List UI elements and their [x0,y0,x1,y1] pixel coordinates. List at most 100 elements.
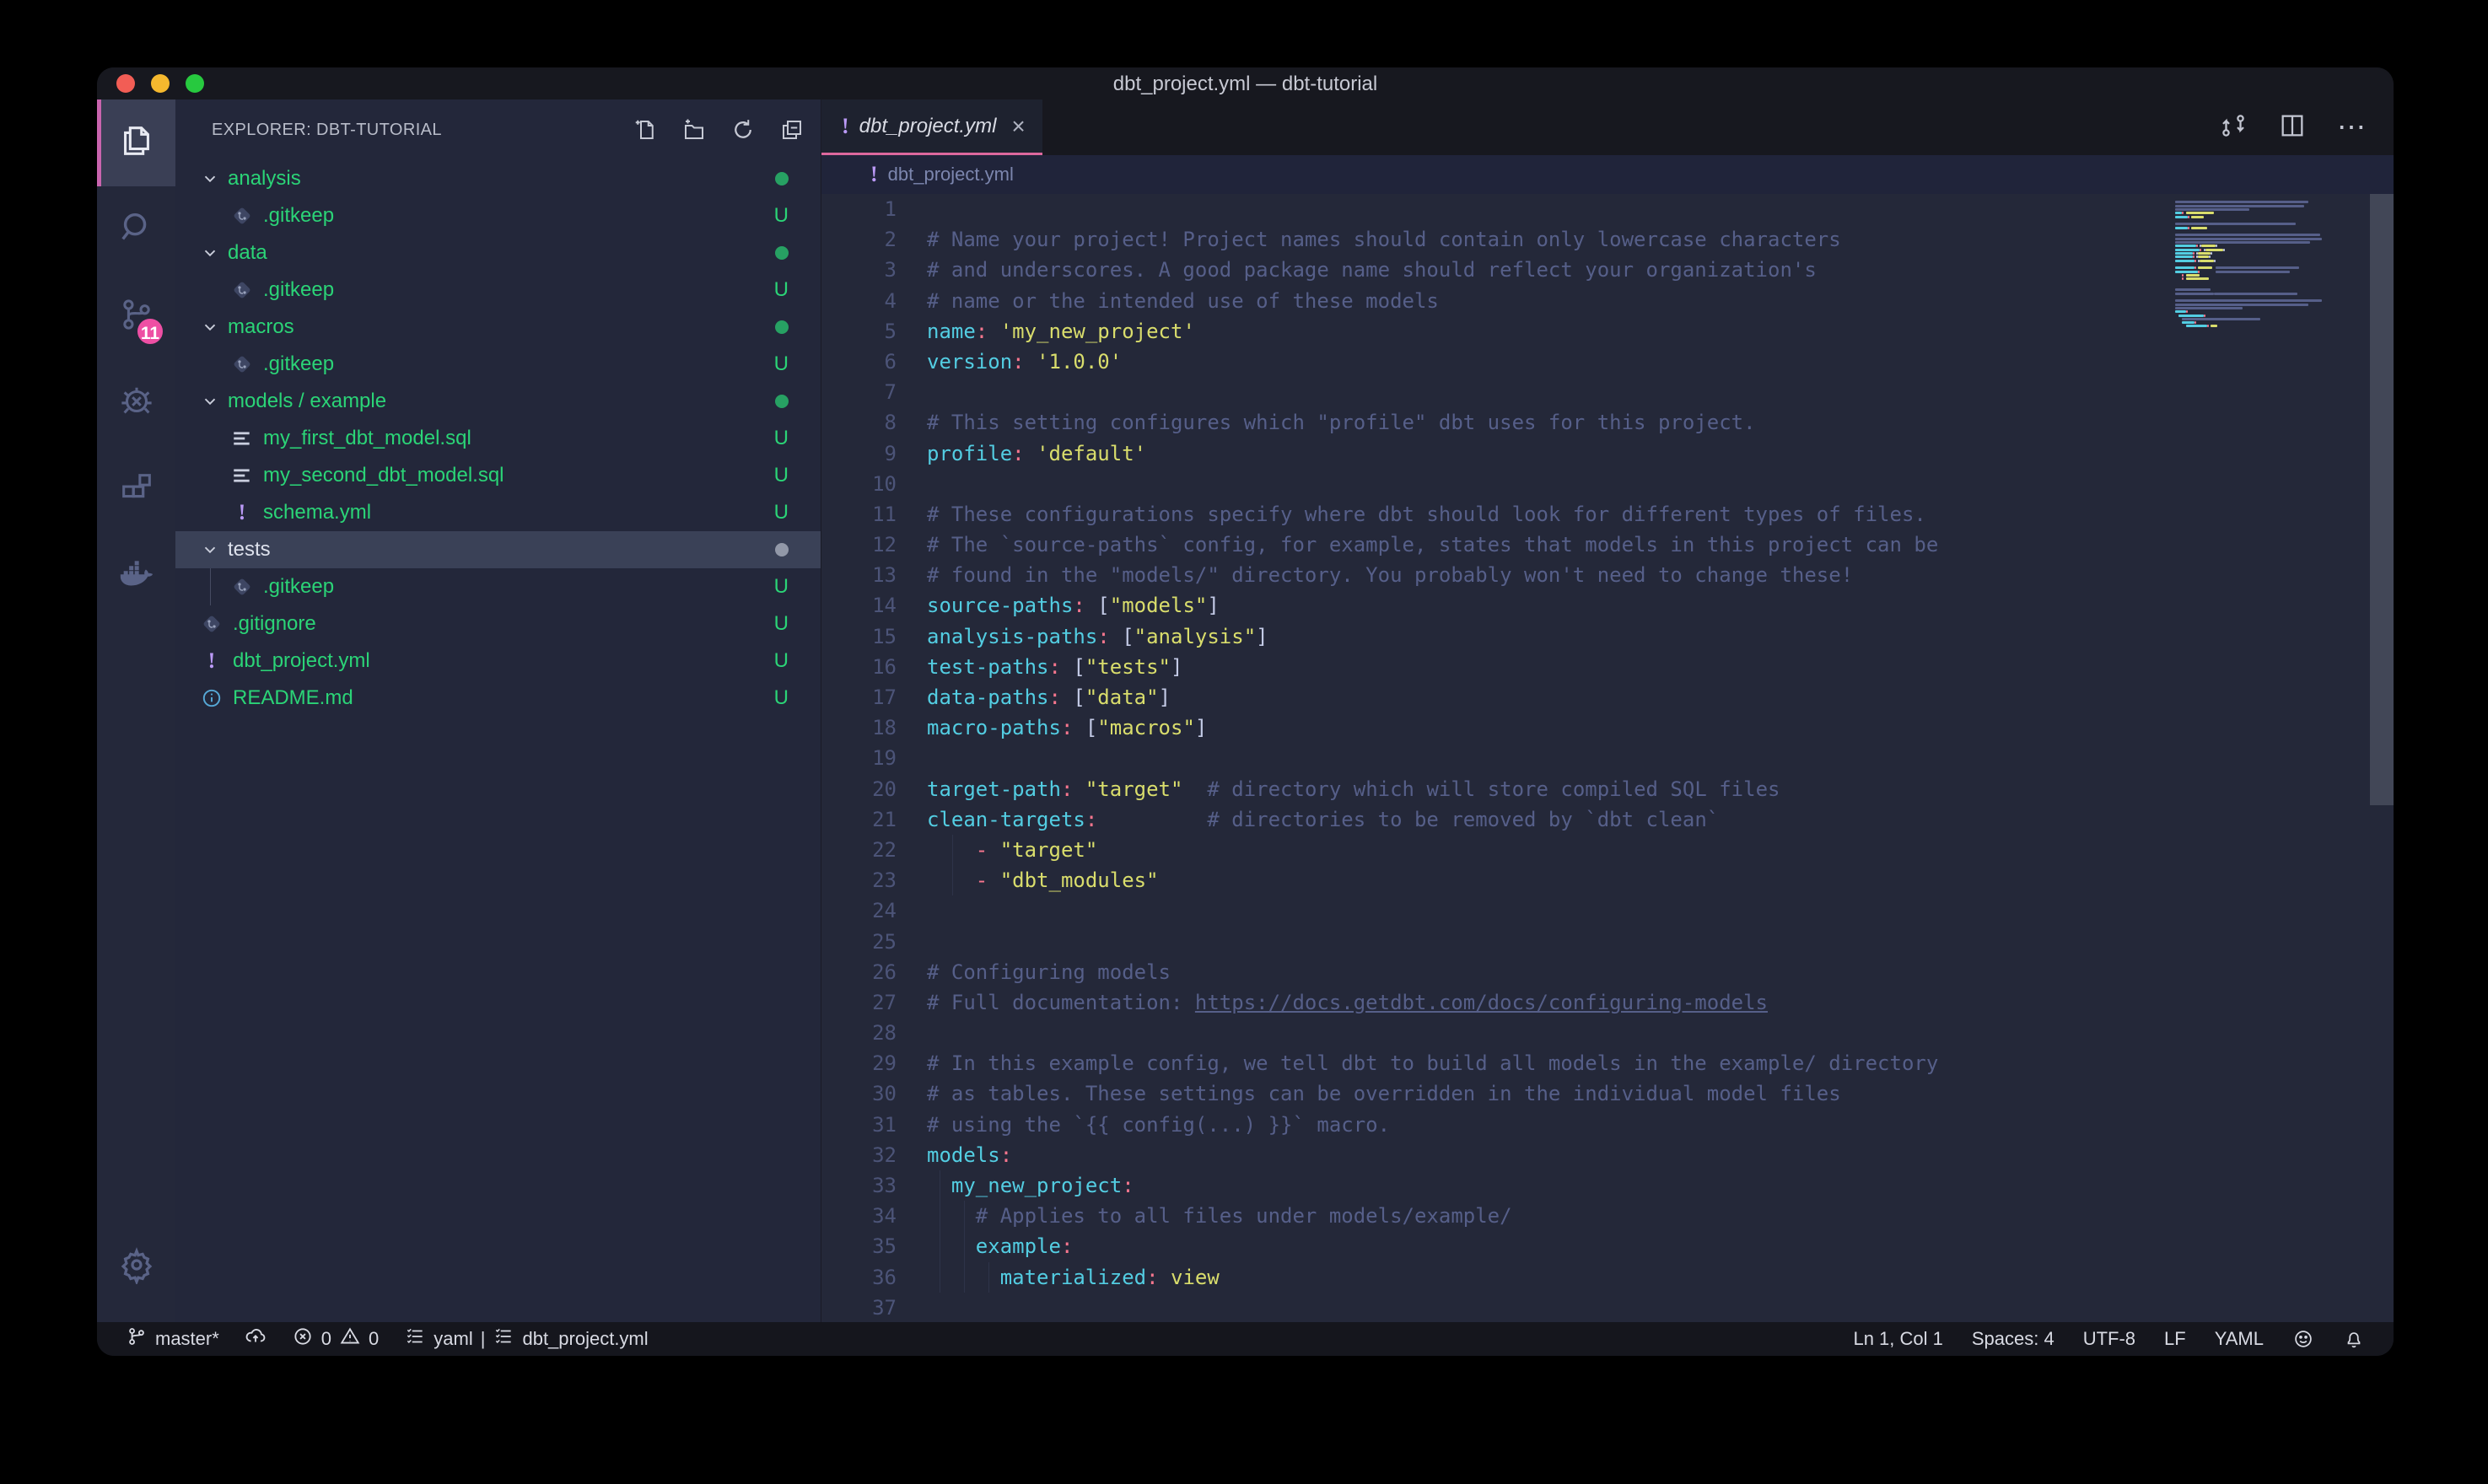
code-line[interactable] [927,377,2394,407]
breadcrumb[interactable]: ! dbt_project.yml [821,155,2394,194]
tree-item-label: dbt_project.yml [233,649,821,673]
sync-changes-item[interactable] [245,1325,267,1352]
minimap-line [2175,274,2368,277]
tree-item--gitignore[interactable]: .gitignoreU [175,605,821,643]
tree-item-analysis[interactable]: analysis [175,160,821,197]
code-line[interactable]: models: [927,1140,2394,1170]
code-line[interactable]: test-paths: ["tests"] [927,652,2394,682]
indentation-item[interactable]: Spaces: 4 [1972,1328,2054,1350]
indent-guide [952,835,953,865]
code-line[interactable]: # The `source-paths` config, for example… [927,530,2394,560]
code-content[interactable]: # Name your project! Project names shoul… [927,194,2394,1322]
code-line[interactable]: # In this example config, we tell dbt to… [927,1048,2394,1078]
code-line[interactable]: # as tables. These settings can be overr… [927,1078,2394,1109]
code-line[interactable]: # found in the "models/" directory. You … [927,560,2394,590]
line-number: 16 [821,652,927,682]
tree-item--gitkeep[interactable]: .gitkeepU [175,197,821,234]
cursor-position-item[interactable]: Ln 1, Col 1 [1853,1328,1942,1350]
code-line[interactable]: macro-paths: ["macros"] [927,712,2394,743]
minimap-line [2175,197,2368,200]
tree-item--gitkeep[interactable]: .gitkeepU [175,272,821,309]
tree-item-macros[interactable]: macros [175,309,821,346]
code-line[interactable]: materialized: view [927,1262,2394,1293]
errors-icon [292,1325,314,1352]
activity-source-control-button[interactable]: 11 [97,273,175,360]
code-line[interactable] [927,895,2394,926]
tree-item-dbt-project-yml[interactable]: !dbt_project.ymlU [175,643,821,680]
code-line[interactable]: - "dbt_modules" [927,865,2394,895]
code-line[interactable] [927,743,2394,773]
code-line[interactable]: analysis-paths: ["analysis"] [927,621,2394,652]
tree-item-models-example[interactable]: models / example [175,383,821,420]
code-line[interactable] [927,469,2394,499]
encoding-item[interactable]: UTF-8 [2083,1328,2135,1350]
tree-item--gitkeep[interactable]: .gitkeepU [175,568,821,605]
code-line[interactable]: my_new_project: [927,1170,2394,1201]
tree-item--gitkeep[interactable]: .gitkeepU [175,346,821,383]
activity-debug-button[interactable] [97,360,175,447]
problems-item[interactable]: 0 0 [292,1325,380,1352]
code-line[interactable] [927,1018,2394,1048]
minimap-line [2175,255,2368,258]
minimap-line [2175,277,2368,280]
editor-scrollbar[interactable] [2370,194,2394,805]
warnings-count: 0 [369,1328,379,1350]
code-line[interactable]: target-path: "target" # directory which … [927,774,2394,804]
tree-item-label: schema.yml [263,501,821,524]
tree-item-data[interactable]: data [175,234,821,272]
more-actions-icon[interactable]: ⋯ [2337,119,2368,136]
split-editor-icon[interactable] [2278,111,2307,144]
code-line[interactable]: # This setting configures which "profile… [927,407,2394,438]
code-line[interactable]: version: '1.0.0' [927,347,2394,377]
language-mode-item[interactable]: YAML [2215,1328,2264,1350]
minimap-line [2175,318,2368,320]
activity-extensions-button[interactable] [97,447,175,534]
minimap-line [2175,304,2368,306]
breadcrumb-file[interactable]: dbt_project.yml [888,164,1014,186]
open-changes-icon[interactable] [2219,111,2248,144]
code-line[interactable]: - "target" [927,835,2394,865]
code-line[interactable]: # Applies to all files under models/exam… [927,1201,2394,1231]
refresh-explorer-button[interactable] [730,116,757,143]
code-line[interactable] [927,1293,2394,1322]
tree-item-schema-yml[interactable]: !schema.ymlU [175,494,821,531]
linter-mode-item[interactable]: yaml | dbt_project.yml [404,1325,648,1352]
tree-item-my-second-dbt-model-sql[interactable]: my_second_dbt_model.sqlU [175,457,821,494]
collapse-folders-button[interactable] [778,116,805,143]
code-line[interactable]: # using the `{{ config(...) }}` macro. [927,1110,2394,1140]
code-line[interactable]: # Full documentation: https://docs.getdb… [927,987,2394,1018]
code-line[interactable]: source-paths: ["models"] [927,590,2394,621]
notifications-bell-icon[interactable] [2343,1328,2365,1350]
settings-gear-button[interactable] [97,1223,175,1310]
code-line[interactable]: example: [927,1231,2394,1261]
line-number: 36 [821,1262,927,1293]
code-line[interactable] [927,927,2394,957]
minimap[interactable] [2170,197,2368,332]
minimap-line [2175,245,2368,247]
title-bar: dbt_project.yml — dbt-tutorial [97,67,2394,99]
minimap-line [2175,307,2368,309]
activity-docker-button[interactable] [97,534,175,621]
code-line[interactable]: clean-targets: # directories to be remov… [927,804,2394,835]
code-line[interactable]: profile: 'default' [927,438,2394,469]
activity-explorer-button[interactable] [97,99,175,186]
minimap-line [2175,227,2368,229]
tree-item-tests[interactable]: tests [175,531,821,568]
activity-search-button[interactable] [97,186,175,273]
tree-item-readme-md[interactable]: README.mdU [175,680,821,717]
tab-dbt-project-yml[interactable]: ! dbt_project.yml × [821,99,1042,155]
code-line[interactable]: data-paths: ["data"] [927,682,2394,712]
chevron-down-icon [201,318,219,336]
tree-item-label: data [228,241,821,265]
tree-item-label: .gitkeep [263,352,821,376]
new-folder-button[interactable] [681,116,708,143]
tree-item-my-first-dbt-model-sql[interactable]: my_first_dbt_model.sqlU [175,420,821,457]
close-tab-icon[interactable]: × [1011,113,1025,140]
eol-item[interactable]: LF [2164,1328,2186,1350]
new-file-button[interactable] [632,116,659,143]
git-branch-item[interactable]: master* [126,1325,219,1352]
code-line[interactable]: # These configurations specify where dbt… [927,499,2394,530]
window-title: dbt_project.yml — dbt-tutorial [97,67,2394,99]
feedback-smiley-icon[interactable] [2292,1328,2314,1350]
code-line[interactable]: # Configuring models [927,957,2394,987]
